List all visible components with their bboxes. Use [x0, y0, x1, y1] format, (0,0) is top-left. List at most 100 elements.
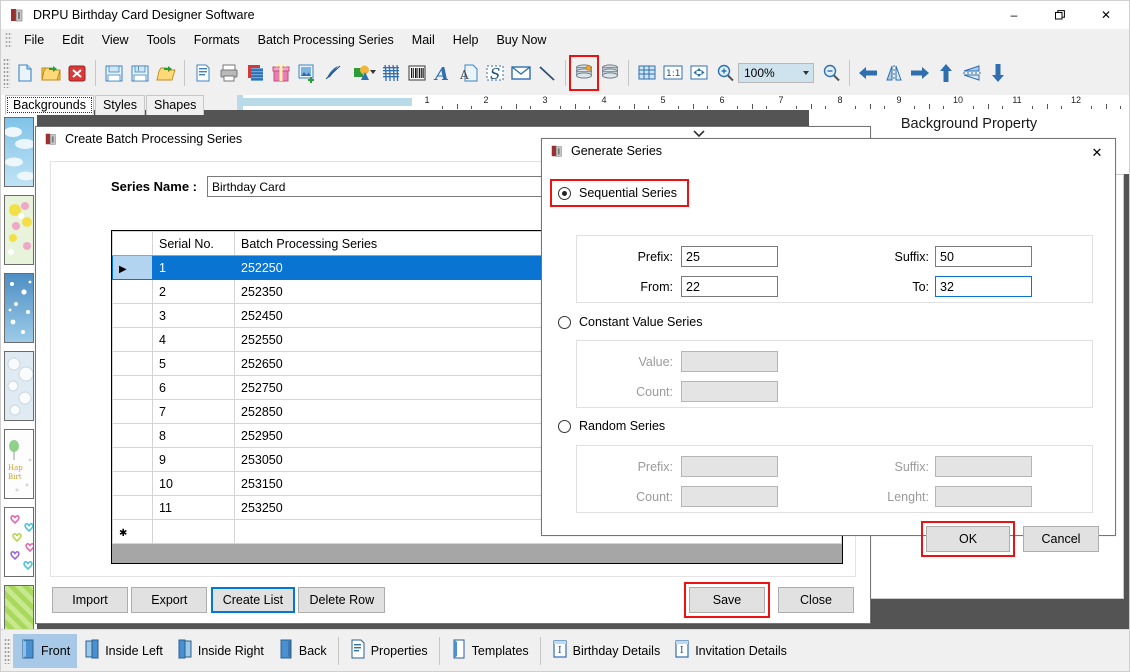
- signature-icon[interactable]: [378, 57, 404, 89]
- cell-serial-no[interactable]: 11: [152, 495, 235, 520]
- statusbar-item-back[interactable]: Back: [271, 634, 334, 668]
- database-icon[interactable]: [597, 57, 623, 89]
- statusbar-item-properties[interactable]: Properties: [343, 634, 435, 668]
- value-input[interactable]: [681, 351, 778, 372]
- export-button[interactable]: Export: [131, 587, 208, 613]
- pen-tool-icon[interactable]: [320, 57, 346, 89]
- cell-serial-no[interactable]: 7: [152, 399, 235, 424]
- menu-tools[interactable]: Tools: [138, 31, 185, 49]
- menu-formats[interactable]: Formats: [185, 31, 249, 49]
- zoom-level-combobox[interactable]: 100%: [738, 63, 814, 83]
- menu-edit[interactable]: Edit: [53, 31, 93, 49]
- prefix-input[interactable]: [681, 246, 778, 267]
- grid-icon[interactable]: [634, 57, 660, 89]
- import-folder-icon[interactable]: [153, 57, 179, 89]
- arrow-up-icon[interactable]: [933, 57, 959, 89]
- thumbnail-happy-birthday-background[interactable]: Hap Birt: [4, 429, 34, 499]
- menu-file[interactable]: File: [15, 31, 53, 49]
- barcode-icon[interactable]: [404, 57, 430, 89]
- minimize-button[interactable]: –: [991, 1, 1037, 29]
- close-document-icon[interactable]: [64, 57, 90, 89]
- statusbar-item-templates[interactable]: Templates: [444, 634, 536, 668]
- menu-mail[interactable]: Mail: [403, 31, 444, 49]
- batch-series-icon[interactable]: [569, 55, 599, 91]
- cell-serial-no[interactable]: 8: [152, 423, 235, 448]
- zoom-out-icon[interactable]: [818, 57, 844, 89]
- menu-view[interactable]: View: [93, 31, 138, 49]
- thumbnail-clouds-background[interactable]: [4, 117, 34, 187]
- arrow-down-icon[interactable]: [985, 57, 1011, 89]
- count-input-constant[interactable]: [681, 381, 778, 402]
- cell-serial-no[interactable]: 2: [152, 279, 235, 304]
- import-button[interactable]: Import: [52, 587, 128, 613]
- close-button[interactable]: ✕: [1083, 1, 1129, 29]
- tab-shapes[interactable]: Shapes: [146, 95, 205, 115]
- statusbar-item-invitation-details[interactable]: I Invitation Details: [667, 634, 794, 668]
- menu-help[interactable]: Help: [444, 31, 488, 49]
- card-layers-icon[interactable]: [242, 57, 268, 89]
- save-as-icon[interactable]: I: [127, 57, 153, 89]
- thumbnail-hearts-background[interactable]: [4, 507, 34, 577]
- create-list-button[interactable]: Create List: [210, 587, 296, 613]
- tab-styles[interactable]: Styles: [94, 95, 146, 115]
- close-button-batch[interactable]: Close: [778, 587, 854, 613]
- flip-vertical-icon[interactable]: [959, 57, 985, 89]
- cell-serial-no[interactable]: 9: [152, 447, 235, 472]
- cell-serial-no[interactable]: [152, 519, 235, 544]
- cancel-button[interactable]: Cancel: [1023, 526, 1099, 552]
- watermark-icon[interactable]: A: [456, 57, 482, 89]
- envelope-icon[interactable]: [508, 57, 534, 89]
- line-tool-icon[interactable]: [534, 57, 560, 89]
- symbol-icon[interactable]: S: [482, 57, 508, 89]
- cell-serial-no[interactable]: 1: [152, 255, 235, 280]
- shapes-icon[interactable]: [346, 57, 378, 89]
- cell-serial-no[interactable]: 10: [152, 471, 235, 496]
- count-input-random[interactable]: [681, 486, 778, 507]
- statusbar-item-inside-left[interactable]: Inside Left: [77, 634, 170, 668]
- zoom-in-icon[interactable]: [712, 57, 738, 89]
- from-input[interactable]: [681, 276, 778, 297]
- menu-grip-icon[interactable]: [5, 32, 12, 48]
- tab-backgrounds[interactable]: Backgrounds: [5, 95, 94, 115]
- cell-serial-no[interactable]: 6: [152, 375, 235, 400]
- radio-constant-value-series[interactable]: Constant Value Series: [558, 315, 702, 329]
- menu-buy-now[interactable]: Buy Now: [487, 31, 555, 49]
- background-thumbnail-list[interactable]: Hap Birt: [4, 117, 34, 655]
- page-setup-icon[interactable]: [190, 57, 216, 89]
- text-tool-icon[interactable]: A: [430, 57, 456, 89]
- radio-random-series[interactable]: Random Series: [558, 419, 665, 433]
- toolbar-grip-icon[interactable]: [3, 58, 10, 88]
- suffix-input[interactable]: [935, 246, 1032, 267]
- new-document-icon[interactable]: [12, 57, 38, 89]
- gift-icon[interactable]: [268, 57, 294, 89]
- suffix-input-random[interactable]: [935, 456, 1032, 477]
- thumbnail-flowers-background[interactable]: [4, 195, 34, 265]
- delete-row-button[interactable]: Delete Row: [298, 587, 386, 613]
- prefix-input-random[interactable]: [681, 456, 778, 477]
- cell-serial-no[interactable]: 3: [152, 303, 235, 328]
- ok-button[interactable]: OK: [926, 526, 1010, 552]
- thumbnail-stars-background[interactable]: [4, 273, 34, 343]
- radio-sequential-series[interactable]: Sequential Series: [558, 186, 677, 200]
- flip-horizontal-icon[interactable]: [881, 57, 907, 89]
- menu-batch-processing-series[interactable]: Batch Processing Series: [249, 31, 403, 49]
- maximize-button[interactable]: [1037, 1, 1083, 29]
- to-input[interactable]: [935, 276, 1032, 297]
- save-button[interactable]: Save: [689, 587, 765, 613]
- thumbnail-bubbles-background[interactable]: [4, 351, 34, 421]
- statusbar-item-front[interactable]: Front: [13, 633, 78, 668]
- arrow-right-icon[interactable]: [907, 57, 933, 89]
- cell-serial-no[interactable]: 4: [152, 327, 235, 352]
- length-input[interactable]: [935, 486, 1032, 507]
- actual-size-icon[interactable]: 1:1: [660, 57, 686, 89]
- fit-to-screen-icon[interactable]: [686, 57, 712, 89]
- print-icon[interactable]: [216, 57, 242, 89]
- close-icon[interactable]: ✕: [1089, 145, 1105, 161]
- chevron-down-icon[interactable]: [691, 128, 707, 140]
- statusbar-item-birthday-details[interactable]: I Birthday Details: [545, 634, 668, 668]
- insert-image-icon[interactable]: [294, 57, 320, 89]
- cell-serial-no[interactable]: 5: [152, 351, 235, 376]
- statusbar-item-inside-right[interactable]: Inside Right: [170, 634, 271, 668]
- save-icon[interactable]: [101, 57, 127, 89]
- open-folder-icon[interactable]: [38, 57, 64, 89]
